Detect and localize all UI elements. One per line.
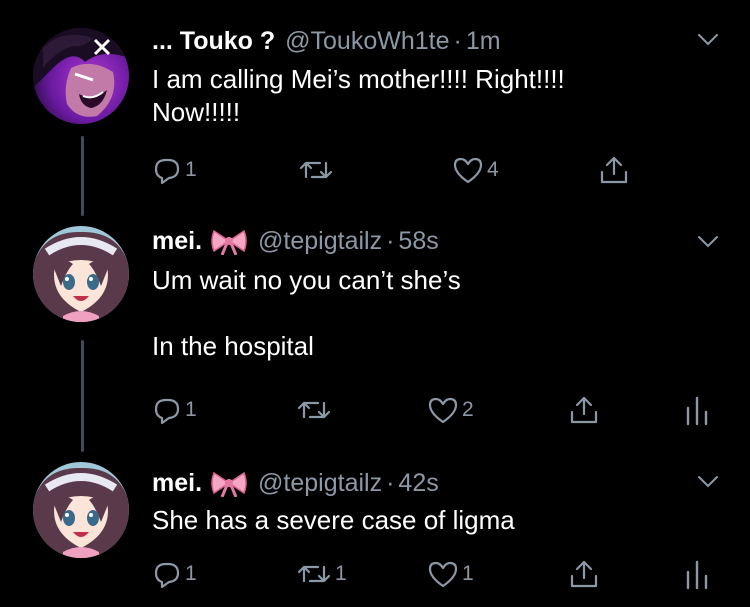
display-name[interactable]: mei.: [152, 468, 202, 498]
timestamp[interactable]: 58s: [398, 226, 438, 256]
analytics-icon: [686, 560, 708, 590]
chevron-down-icon[interactable]: [696, 474, 720, 490]
action-bar: 1 2: [152, 392, 722, 428]
reply-icon: [154, 158, 180, 185]
retweet-button[interactable]: [296, 392, 335, 428]
share-icon: [570, 560, 598, 588]
action-bar: 1 1 1: [152, 556, 722, 592]
reply-count: 1: [185, 398, 197, 421]
heart-icon: [428, 561, 458, 588]
analytics-button[interactable]: [684, 392, 710, 428]
touko-avatar-icon: [33, 28, 129, 124]
tweet-header: mei. @tepigtailz · 42s: [152, 468, 439, 498]
chevron-down-icon[interactable]: [696, 32, 720, 48]
tweet-header: ... Touko ? @ToukoWh1te · 1m: [152, 26, 501, 56]
tweet-text: I am calling Mei’s mother!!!! Right!!!! …: [152, 64, 565, 127]
like-count: 2: [462, 398, 474, 421]
analytics-button[interactable]: [684, 556, 710, 592]
separator-dot: ·: [386, 469, 395, 497]
heart-icon: [428, 397, 458, 424]
chevron-down-icon[interactable]: [696, 234, 720, 250]
thread-line-2: [81, 340, 84, 452]
retweet-count: 1: [335, 562, 347, 585]
retweet-icon: [297, 565, 331, 583]
share-button[interactable]: [568, 556, 600, 592]
tweet-header: mei. @tepigtailz · 58s: [152, 226, 439, 256]
share-icon: [570, 396, 598, 424]
display-name[interactable]: mei.: [152, 226, 202, 256]
retweet-icon: [299, 161, 333, 179]
username-handle[interactable]: @tepigtailz: [258, 226, 382, 256]
action-bar: 1 4: [152, 152, 722, 188]
share-icon: [600, 156, 628, 184]
retweet-button[interactable]: [298, 152, 337, 188]
heart-icon: [453, 157, 483, 184]
mei-avatar-icon: [33, 462, 129, 558]
ribbon-bow-icon: [211, 471, 247, 497]
reply-count: 1: [185, 562, 197, 585]
like-button[interactable]: 4: [452, 152, 499, 188]
username-handle[interactable]: @ToukoWh1te: [285, 26, 449, 56]
retweet-icon: [297, 401, 331, 419]
reply-button[interactable]: 1: [152, 392, 197, 428]
tweet-text: She has a severe case of ligma: [152, 505, 515, 535]
like-button[interactable]: 1: [427, 556, 474, 592]
like-count: 1: [462, 562, 474, 585]
reply-button[interactable]: 1: [152, 152, 197, 188]
username-handle[interactable]: @tepigtailz: [258, 468, 382, 498]
tweet-text: Um wait no you can’t she’s In the hospit…: [152, 265, 461, 361]
like-count: 4: [487, 158, 499, 181]
separator-dot: ·: [386, 227, 395, 255]
display-name[interactable]: ... Touko ?: [152, 26, 275, 56]
reply-button[interactable]: 1: [152, 556, 197, 592]
share-button[interactable]: [568, 392, 600, 428]
reply-icon: [154, 398, 180, 425]
like-button[interactable]: 2: [427, 392, 474, 428]
timestamp[interactable]: 1m: [466, 26, 501, 56]
reply-icon: [154, 562, 180, 589]
timestamp[interactable]: 42s: [398, 468, 438, 498]
avatar[interactable]: [33, 28, 129, 124]
analytics-icon: [686, 396, 708, 426]
avatar[interactable]: [33, 226, 129, 322]
retweet-button[interactable]: 1: [296, 556, 347, 592]
share-button[interactable]: [598, 152, 630, 188]
separator-dot: ·: [453, 27, 462, 55]
mei-avatar-icon: [33, 226, 129, 322]
reply-count: 1: [185, 158, 197, 181]
thread-line-1: [81, 136, 84, 216]
ribbon-bow-icon: [211, 229, 247, 255]
avatar[interactable]: [33, 462, 129, 558]
